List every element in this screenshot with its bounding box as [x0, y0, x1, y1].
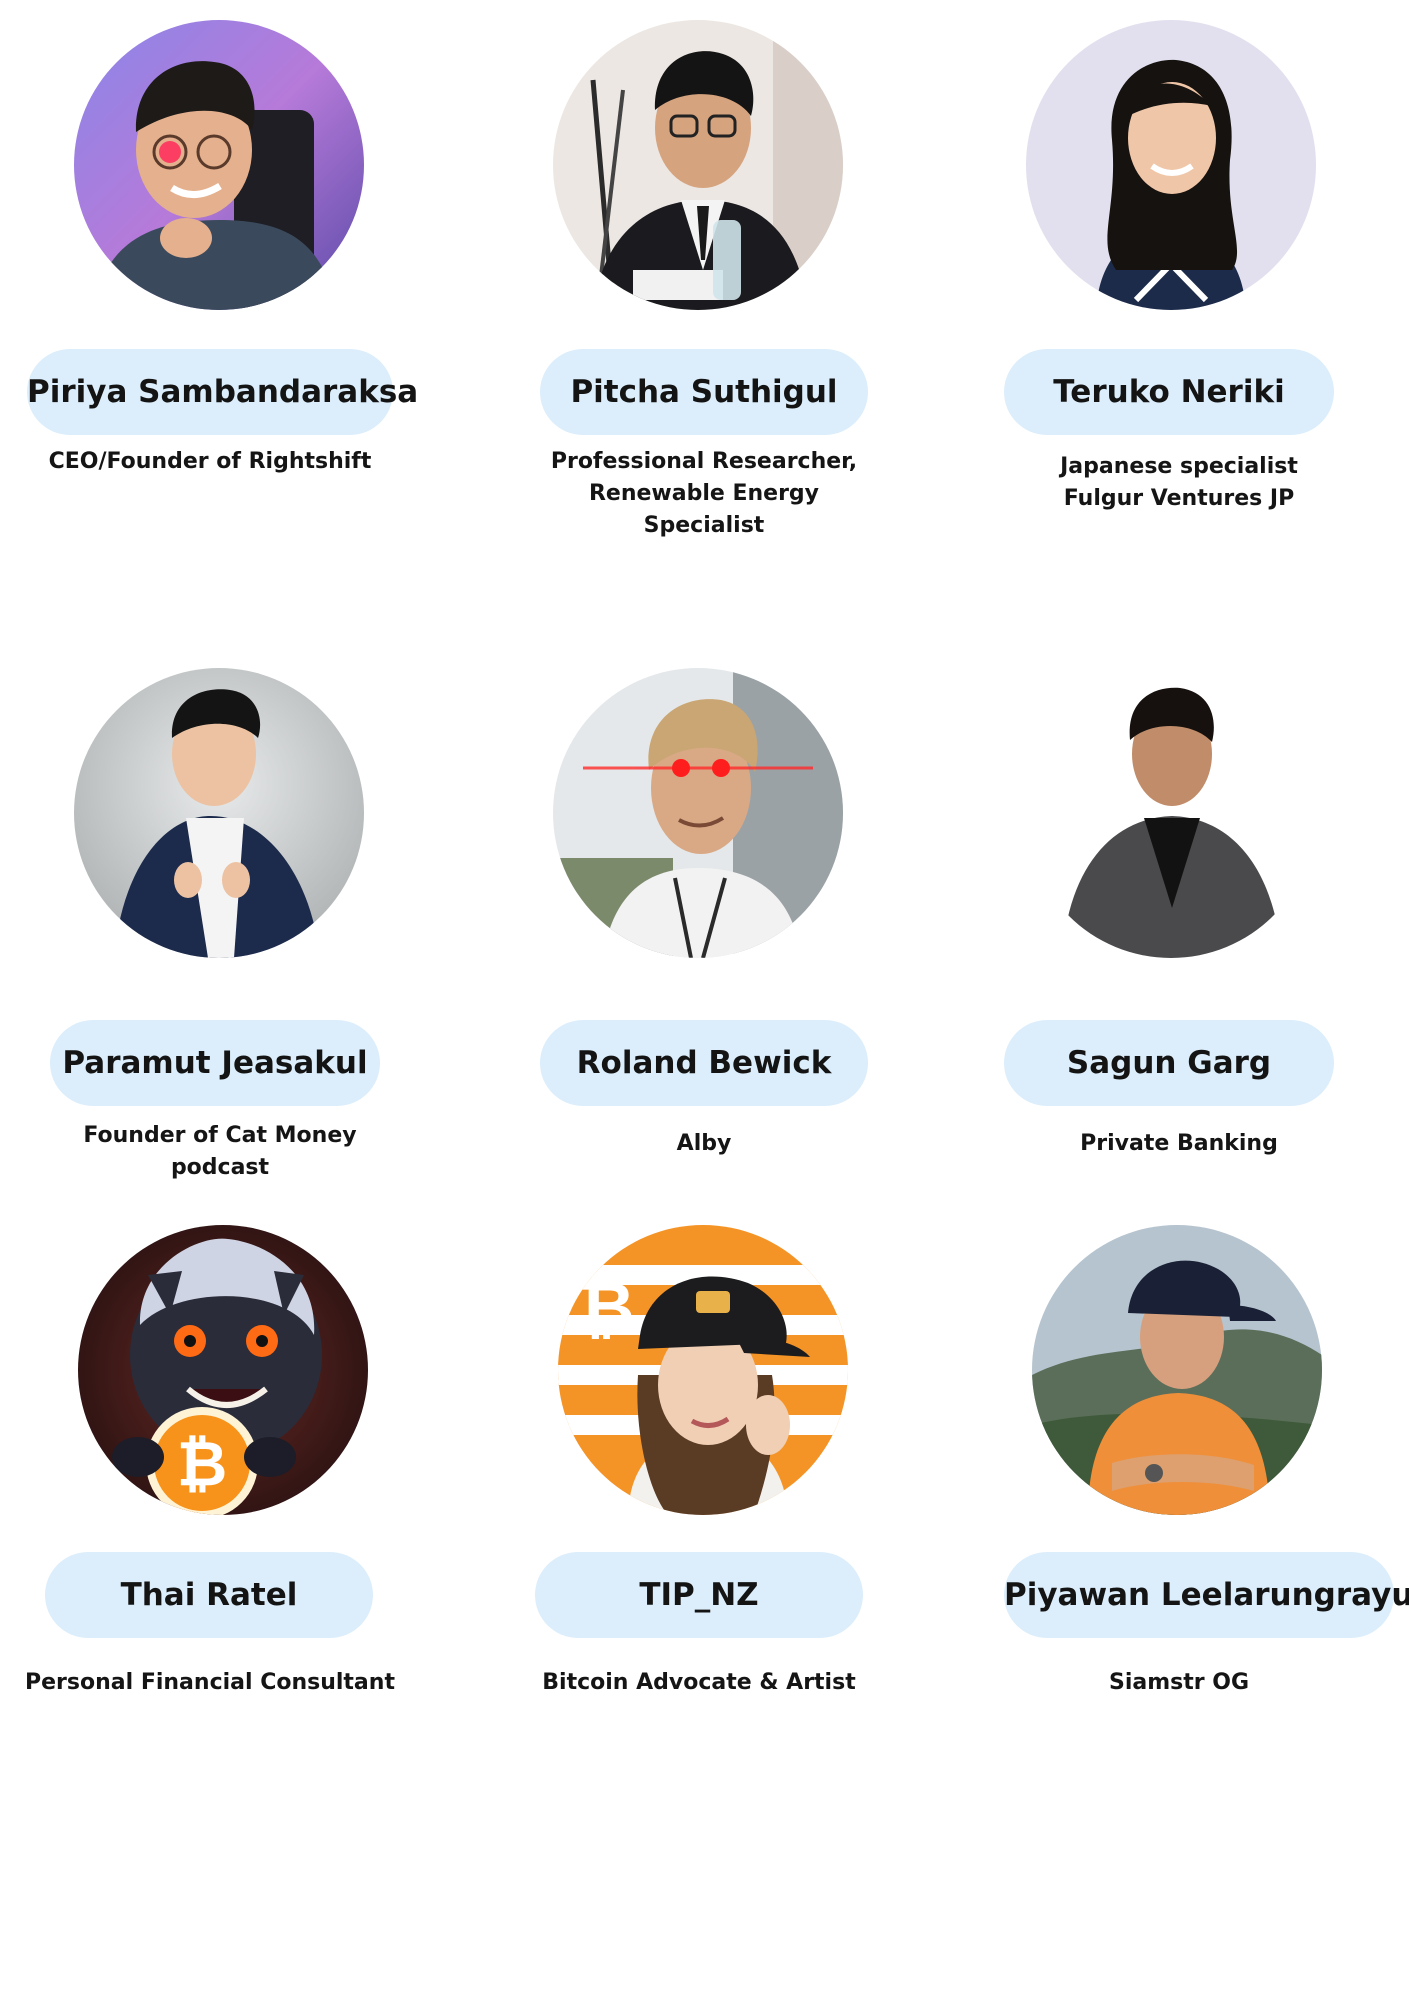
woman-cap-bitcoin-flag-icon: ₿ — [558, 1225, 848, 1515]
speaker-role: Professional Researcher, Renewable Energ… — [504, 446, 904, 542]
role-line: Renewable Energy — [588, 481, 820, 506]
name-pill-thai-ratel: Thai Ratel — [45, 1552, 373, 1638]
speaker-role: Alby — [504, 1128, 904, 1160]
speaker-name: TIP_NZ — [639, 1577, 759, 1613]
speaker-name: Teruko Neriki — [1053, 374, 1285, 410]
name-pill-piyawan: Piyawan Leelarungrayub — [1004, 1552, 1409, 1638]
role-line: Specialist — [643, 513, 765, 538]
speaker-name: Pitcha Suthigul — [570, 374, 838, 410]
name-pill-pitcha: Pitcha Suthigul — [540, 349, 868, 435]
speaker-role: Japanese specialist Fulgur Ventures JP — [979, 451, 1379, 515]
avatar-paramut — [74, 668, 364, 958]
portrait-man-grey-blazer-icon — [1026, 668, 1316, 958]
avatar-pitcha — [553, 20, 843, 310]
speaker-name: Roland Bewick — [576, 1045, 832, 1081]
person-cap-orange-shirt-icon — [1032, 1225, 1322, 1515]
portrait-man-navy-suit-icon — [74, 668, 364, 958]
svg-text:₿: ₿ — [577, 1266, 634, 1348]
svg-text:₿: ₿ — [177, 1427, 228, 1500]
role-line: Japanese specialist — [1060, 454, 1298, 479]
role-line: Fulgur Ventures JP — [1063, 486, 1295, 511]
avatar-piyawan — [1032, 1225, 1322, 1515]
speaker-name: Sagun Garg — [1066, 1045, 1272, 1081]
role-line: Professional Researcher, — [550, 449, 858, 474]
speaker-role: Founder of Cat Money podcast — [20, 1120, 420, 1184]
speaker-role: Siamstr OG — [979, 1667, 1379, 1699]
speaker-name: Paramut Jeasakul — [62, 1045, 368, 1081]
avatar-piriya — [74, 20, 364, 310]
role-line: Bitcoin Advocate & Artist — [542, 1670, 856, 1695]
avatar-thai-ratel: ₿ — [78, 1225, 368, 1515]
name-pill-paramut: Paramut Jeasakul — [50, 1020, 380, 1106]
name-pill-piriya: Piriya Sambandaraksa — [27, 349, 419, 435]
role-line: Alby — [676, 1131, 732, 1156]
role-line: Founder of Cat Money — [83, 1123, 357, 1148]
speaker-name: Piyawan Leelarungrayub — [1004, 1577, 1409, 1613]
honey-badger-bitcoin-icon: ₿ — [78, 1225, 368, 1515]
speaker-name: Thai Ratel — [120, 1577, 298, 1613]
portrait-man-suit-icon — [553, 20, 843, 310]
name-pill-roland: Roland Bewick — [540, 1020, 868, 1106]
role-line: Private Banking — [1080, 1131, 1278, 1156]
role-line: CEO/Founder of Rightshift — [48, 449, 372, 474]
speaker-role: Personal Financial Consultant — [10, 1667, 410, 1699]
portrait-man-glasses-icon — [74, 20, 364, 310]
speaker-role: CEO/Founder of Rightshift — [27, 446, 393, 478]
speaker-name: Piriya Sambandaraksa — [27, 374, 419, 410]
avatar-roland — [553, 668, 843, 958]
avatar-teruko — [1026, 20, 1316, 310]
speaker-role: Private Banking — [979, 1128, 1379, 1160]
role-line: Personal Financial Consultant — [25, 1670, 395, 1695]
name-pill-sagun: Sagun Garg — [1004, 1020, 1334, 1106]
portrait-woman-icon — [1026, 20, 1316, 310]
name-pill-tip-nz: TIP_NZ — [535, 1552, 863, 1638]
avatar-sagun — [1026, 668, 1316, 958]
portrait-man-laser-eyes-icon — [553, 668, 843, 958]
avatar-tip-nz: ₿ — [558, 1225, 848, 1515]
speaker-role: Bitcoin Advocate & Artist — [499, 1667, 899, 1699]
role-line: Siamstr OG — [1108, 1670, 1250, 1695]
name-pill-teruko: Teruko Neriki — [1004, 349, 1334, 435]
role-line: podcast — [170, 1155, 270, 1180]
